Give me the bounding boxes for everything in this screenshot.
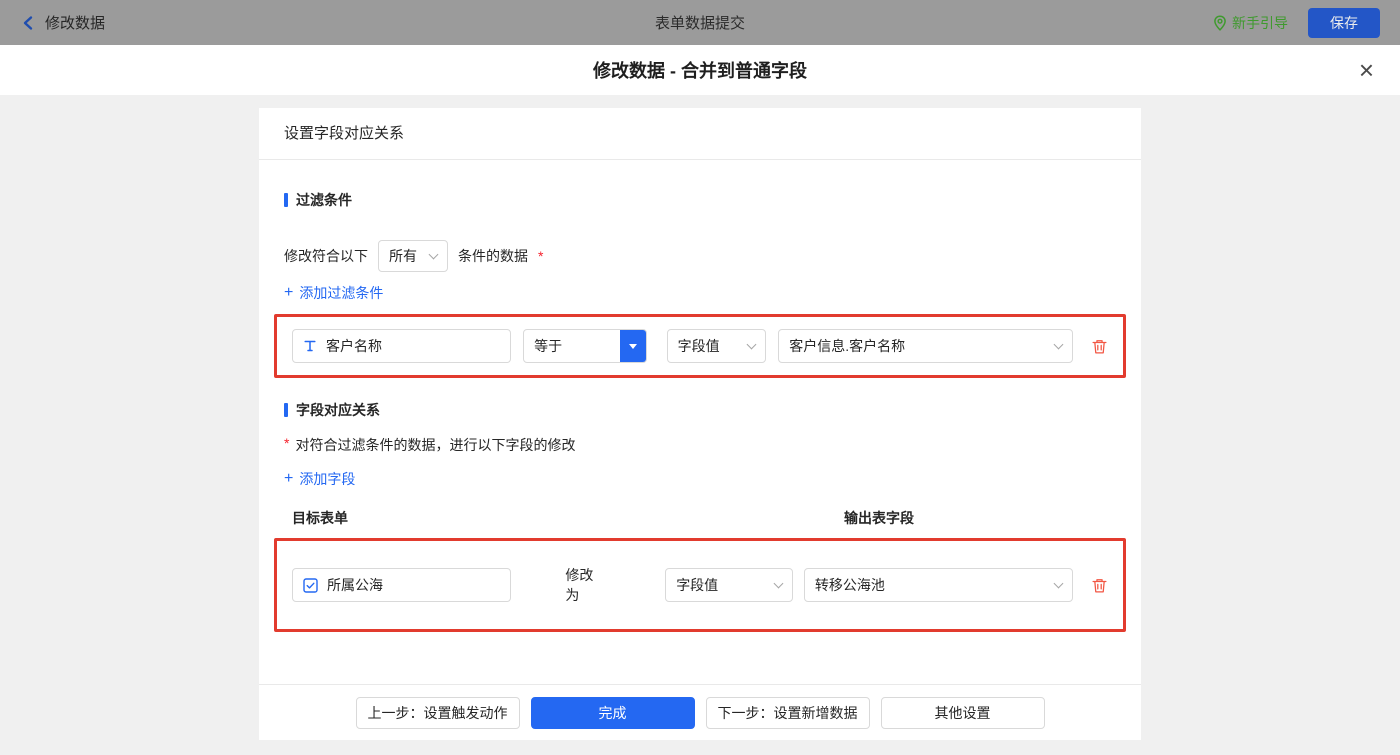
back-label: 修改数据: [45, 15, 106, 32]
required-mark: *: [538, 248, 544, 264]
modal-body: 设置字段对应关系 过滤条件 修改符合以下 所有 条件的数据 * + 添加过滤条件…: [0, 95, 1400, 755]
modal-title: 修改数据 - 合并到普通字段: [593, 61, 807, 81]
operator-value: 等于: [534, 338, 563, 354]
add-filter-condition-label: 添加过滤条件: [299, 285, 384, 301]
card-footer: 上一步：设置触发动作 完成 下一步：设置新增数据 其他设置: [259, 684, 1141, 740]
topbar: 修改数据 表单数据提交 新手引导 保存: [0, 0, 1400, 45]
chevron-down-icon: [1053, 339, 1064, 349]
compare-value-text: 客户信息.客户名称: [789, 338, 906, 354]
plus-icon: +: [284, 470, 294, 487]
mapping-value-type-value: 字段值: [676, 577, 719, 593]
target-form-column-header: 目标表单: [292, 510, 348, 526]
topbar-actions: 新手引导 保存: [1213, 7, 1380, 38]
chevron-left-icon: [20, 14, 38, 32]
back-button[interactable]: 修改数据: [20, 12, 105, 33]
match-scope-select[interactable]: 所有: [378, 240, 448, 272]
next-step-button[interactable]: 下一步：设置新增数据: [705, 696, 870, 729]
match-scope-value: 所有: [389, 248, 417, 264]
target-field-input[interactable]: 所属公海: [292, 568, 512, 602]
close-icon[interactable]: ×: [1359, 57, 1374, 83]
match-condition-row: 修改符合以下 所有 条件的数据 *: [284, 240, 1116, 272]
filter-annotation-box: 客户名称 等于 字段值 客户信息.客户名称: [274, 314, 1126, 378]
filter-field-input[interactable]: 客户名称: [292, 329, 512, 363]
mapping-value-text: 转移公海池: [814, 577, 885, 593]
section-marker-bar: [284, 403, 288, 417]
mapping-value-type-select[interactable]: 字段值: [665, 568, 793, 602]
done-button[interactable]: 完成: [530, 696, 695, 729]
filter-condition-item: 客户名称 等于 字段值 客户信息.客户名称: [292, 329, 1108, 363]
operator-select[interactable]: 等于: [523, 329, 647, 363]
other-settings-button[interactable]: 其他设置: [880, 696, 1045, 729]
filter-section-label: 过滤条件: [296, 192, 352, 208]
value-type-value: 字段值: [677, 338, 720, 354]
target-field-label: 所属公海: [327, 577, 383, 593]
output-field-column-header: 输出表字段: [844, 510, 914, 526]
match-suffix-text: 条件的数据: [458, 248, 528, 264]
mapping-description-row: * 对符合过滤条件的数据，进行以下字段的修改: [284, 435, 1116, 455]
filter-section-title: 过滤条件: [284, 190, 1116, 210]
plus-icon: +: [284, 284, 294, 301]
card-header-title: 设置字段对应关系: [259, 108, 1141, 160]
delete-condition-icon[interactable]: [1091, 338, 1108, 355]
caret-down-icon: [628, 343, 637, 349]
mapping-item-row: 所属公海 修改为 字段值 转移公海池: [292, 565, 1108, 605]
save-button[interactable]: 保存: [1308, 7, 1380, 38]
mapping-value-select[interactable]: 转移公海池: [803, 568, 1073, 602]
chevron-down-icon: [746, 339, 757, 349]
chevron-down-icon: [428, 249, 439, 259]
guide-label: 新手引导: [1232, 14, 1288, 31]
required-mark: *: [284, 435, 290, 451]
section-marker-bar: [284, 193, 288, 207]
match-prefix-text: 修改符合以下: [284, 248, 368, 264]
mapping-description-text: 对符合过滤条件的数据，进行以下字段的修改: [295, 437, 576, 453]
prev-step-button[interactable]: 上一步：设置触发动作: [355, 696, 520, 729]
chevron-down-icon: [1053, 578, 1064, 588]
compare-value-select[interactable]: 客户信息.客户名称: [778, 329, 1074, 363]
page-title: 表单数据提交: [654, 15, 745, 32]
text-field-icon: [303, 339, 317, 353]
guide-link[interactable]: 新手引导: [1213, 13, 1288, 33]
add-field-link[interactable]: + 添加字段: [284, 469, 1116, 489]
chevron-down-icon: [773, 578, 784, 588]
filter-field-label: 客户名称: [326, 338, 382, 354]
mapping-section-title: 字段对应关系: [284, 400, 1116, 420]
operator-caret-button[interactable]: [619, 330, 646, 362]
delete-mapping-icon[interactable]: [1091, 577, 1108, 594]
settings-card: 设置字段对应关系 过滤条件 修改符合以下 所有 条件的数据 * + 添加过滤条件…: [259, 108, 1141, 740]
select-field-icon: [303, 577, 318, 593]
add-filter-condition-link[interactable]: + 添加过滤条件: [284, 283, 1116, 303]
mapping-column-headers: 目标表单 输出表字段: [284, 508, 1116, 528]
app-root: 修改数据 表单数据提交 新手引导 保存 修改数据 - 合并到普通字段 × 设置字…: [0, 0, 1400, 755]
add-field-label: 添加字段: [299, 471, 356, 487]
value-type-select[interactable]: 字段值: [666, 329, 767, 363]
card-content: 过滤条件 修改符合以下 所有 条件的数据 * + 添加过滤条件 客户名称 等于 …: [259, 160, 1141, 684]
modify-to-label: 修改为: [565, 567, 594, 603]
location-pin-icon: [1213, 14, 1227, 31]
mapping-section-label: 字段对应关系: [296, 402, 380, 418]
mapping-annotation-box: 所属公海 修改为 字段值 转移公海池: [274, 538, 1126, 632]
modal-header: 修改数据 - 合并到普通字段 ×: [0, 45, 1400, 95]
